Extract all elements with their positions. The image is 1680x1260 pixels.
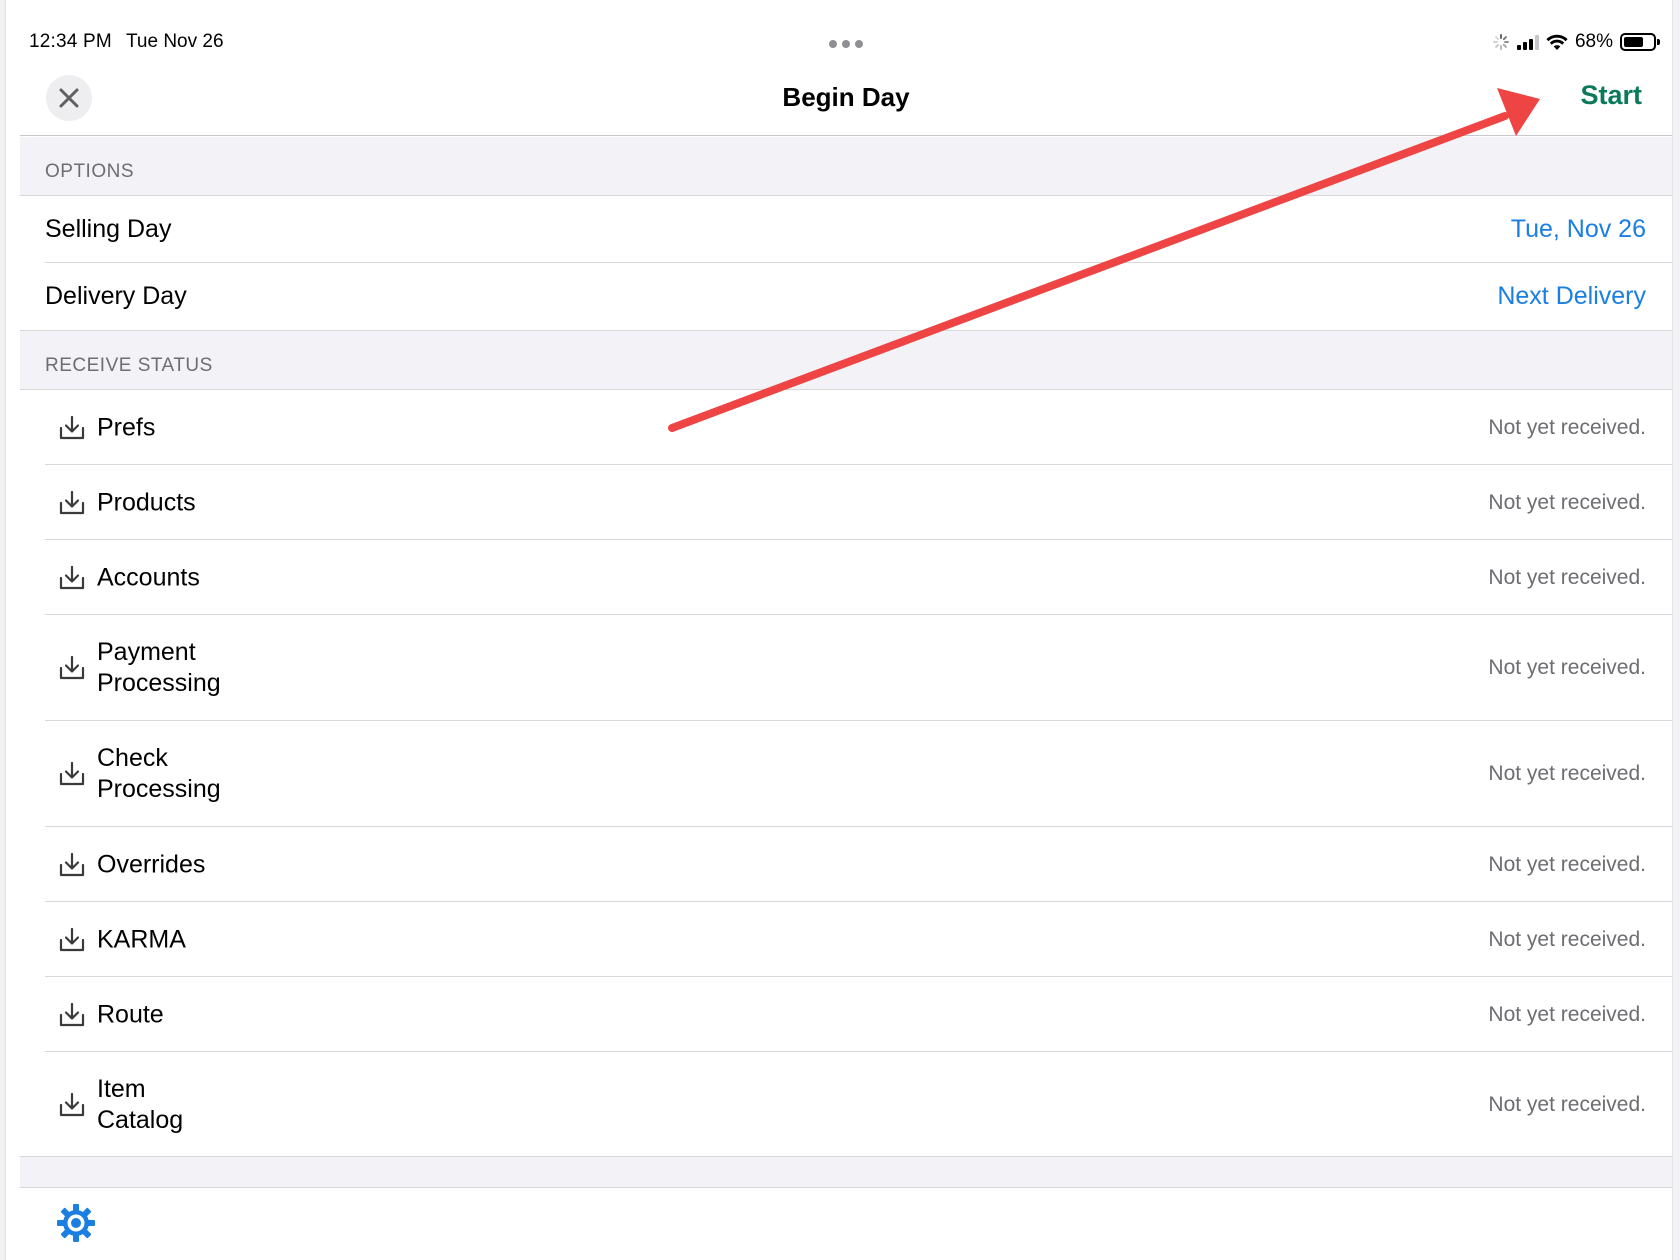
- download-icon: [59, 761, 85, 786]
- list-item[interactable]: Route Not yet received.: [20, 977, 1672, 1052]
- delivery-day-row[interactable]: Delivery Day Next Delivery: [20, 263, 1672, 330]
- options-section-header: OPTIONS: [20, 137, 1672, 196]
- footer-spacer: [20, 1156, 1672, 1188]
- list-item-name-line2: Processing: [97, 775, 221, 803]
- download-icon: [59, 927, 85, 951]
- delivery-day-value[interactable]: Next Delivery: [1497, 282, 1646, 311]
- selling-day-value[interactable]: Tue, Nov 26: [1511, 215, 1646, 244]
- list-item-name: KARMA: [97, 924, 186, 955]
- battery-icon: [1620, 33, 1660, 51]
- list-item-name-line1: Products: [97, 488, 196, 516]
- page-title: Begin Day: [782, 82, 910, 112]
- activity-spinner-icon: [1492, 33, 1510, 51]
- start-button[interactable]: Start: [1580, 80, 1642, 111]
- list-item-name-line1: Item: [97, 1075, 146, 1103]
- list-item-name-line2: Catalog: [97, 1106, 184, 1134]
- list-item[interactable]: Prefs Not yet received.: [20, 390, 1672, 465]
- status-date: Tue Nov 26: [126, 31, 224, 52]
- battery-percent: 68%: [1574, 31, 1613, 52]
- list-item-status: Not yet received.: [1488, 762, 1646, 785]
- list-item[interactable]: Accounts Not yet received.: [20, 540, 1672, 615]
- list-item[interactable]: Products Not yet received.: [20, 465, 1672, 540]
- download-icon: [59, 852, 85, 876]
- list-item-name: Route: [97, 999, 164, 1030]
- list-item-name: Check Processing: [97, 743, 221, 805]
- list-item-status: Not yet received.: [1488, 927, 1646, 951]
- list-item-status: Not yet received.: [1488, 490, 1646, 514]
- delivery-day-label: Delivery Day: [45, 282, 187, 310]
- list-item-name: Prefs: [97, 412, 155, 443]
- right-edge: [1672, 0, 1680, 1260]
- status-indicators: 68%: [1492, 31, 1660, 53]
- receive-status-header-label: RECEIVE STATUS: [45, 355, 213, 376]
- selling-day-label: Selling Day: [45, 215, 172, 243]
- list-item-name-line1: Accounts: [97, 563, 200, 591]
- list-item-name-line1: Route: [97, 1000, 164, 1028]
- list-item[interactable]: Item Catalog Not yet received.: [20, 1052, 1672, 1158]
- list-item-status: Not yet received.: [1488, 565, 1646, 589]
- multitasking-dots-icon[interactable]: [829, 40, 863, 48]
- list-item-status: Not yet received.: [1488, 415, 1646, 439]
- list-item-name-line2: Processing: [97, 669, 221, 697]
- list-item[interactable]: KARMA Not yet received.: [20, 902, 1672, 977]
- list-item-name: Accounts: [97, 562, 200, 593]
- navigation-bar: Begin Day Start: [20, 66, 1672, 136]
- list-item-name-line1: Overrides: [97, 850, 206, 878]
- options-header-label: OPTIONS: [45, 161, 135, 182]
- begin-day-sheet: 12:34 PM Tue Nov 26 68% Begin Day Start …: [20, 0, 1672, 1260]
- cellular-signal-icon: [1516, 34, 1539, 50]
- list-item-status: Not yet received.: [1488, 1093, 1646, 1116]
- list-item-status: Not yet received.: [1488, 852, 1646, 876]
- download-icon: [59, 1002, 85, 1026]
- download-icon: [59, 655, 85, 680]
- list-item[interactable]: Payment Processing Not yet received.: [20, 615, 1672, 721]
- download-icon: [59, 1092, 85, 1117]
- receive-status-list: Prefs Not yet received. Products Not yet re…: [20, 390, 1672, 1158]
- list-item-name-line1: KARMA: [97, 925, 186, 953]
- list-item-name-line1: Check: [97, 744, 168, 772]
- status-time: 12:34 PM: [29, 31, 112, 52]
- left-edge: [0, 0, 6, 1260]
- download-icon: [59, 490, 85, 514]
- status-bar: 12:34 PM Tue Nov 26 68%: [20, 0, 1672, 66]
- gear-icon[interactable]: [56, 1203, 96, 1243]
- list-item-name-line1: Payment: [97, 638, 196, 666]
- download-icon: [59, 565, 85, 589]
- list-item-name: Products: [97, 487, 196, 518]
- download-icon: [59, 415, 85, 439]
- selling-day-row[interactable]: Selling Day Tue, Nov 26: [20, 196, 1672, 263]
- list-item[interactable]: Overrides Not yet received.: [20, 827, 1672, 902]
- bottom-toolbar: [20, 1188, 1672, 1260]
- list-item-status: Not yet received.: [1488, 1002, 1646, 1026]
- list-item-name: Overrides: [97, 849, 205, 880]
- list-item-name: Item Catalog: [97, 1074, 183, 1136]
- list-item-status: Not yet received.: [1488, 656, 1646, 679]
- wifi-icon: [1546, 34, 1568, 50]
- list-item-name: Payment Processing: [97, 637, 221, 699]
- receive-status-section-header: RECEIVE STATUS: [20, 330, 1672, 390]
- list-item-name-line1: Prefs: [97, 413, 156, 441]
- list-item[interactable]: Check Processing Not yet received.: [20, 721, 1672, 827]
